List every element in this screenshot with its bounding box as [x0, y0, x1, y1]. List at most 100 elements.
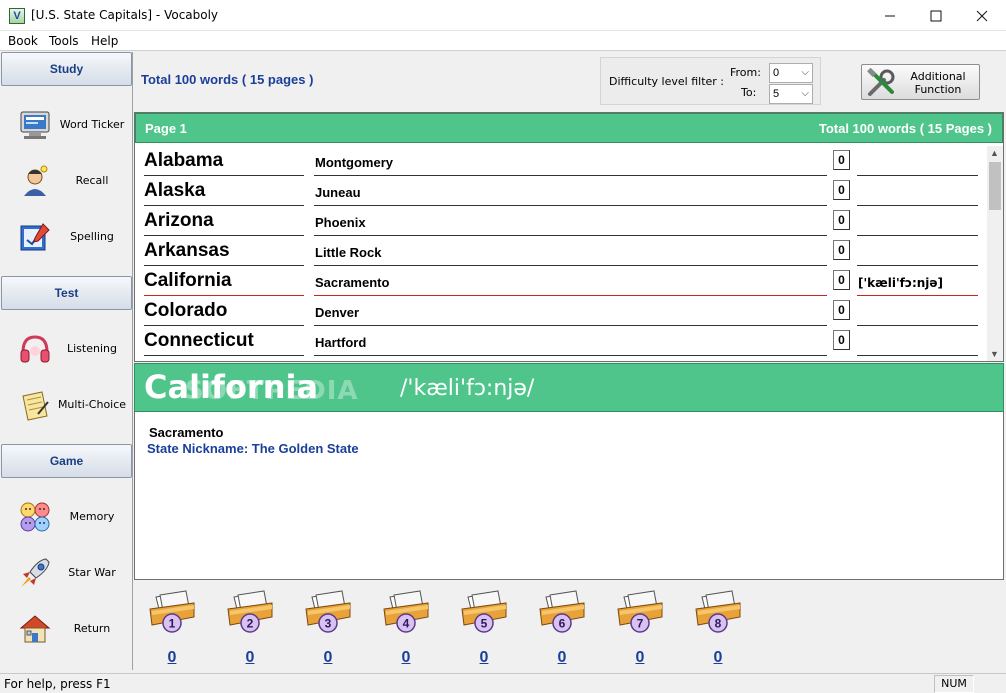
- word-phonetic[interactable]: [857, 300, 978, 326]
- sidebar: Study Word Ticker Recall Spelling Test L…: [0, 52, 133, 670]
- sidebar-item-return[interactable]: Return: [0, 604, 132, 654]
- minimize-button[interactable]: [867, 0, 913, 31]
- sidebar-item-label: Spelling: [70, 230, 114, 243]
- sidebar-item-multi-choice[interactable]: Multi-Choice: [0, 380, 132, 430]
- card-box-icon: 3: [305, 590, 351, 633]
- table-row[interactable]: Alabama Montgomery 0: [135, 146, 987, 176]
- review-box-6[interactable]: 60: [534, 589, 590, 667]
- review-box-1[interactable]: 10: [144, 589, 200, 667]
- maximize-button[interactable]: [913, 0, 959, 31]
- status-help-text: For help, press F1: [4, 677, 111, 691]
- scroll-up-icon[interactable]: ▲: [990, 148, 999, 158]
- word-level-button[interactable]: 0: [833, 180, 850, 200]
- word-level-button[interactable]: 0: [833, 240, 850, 260]
- word-level-button[interactable]: 0: [833, 210, 850, 230]
- category-test[interactable]: Test: [1, 276, 132, 310]
- word-definition[interactable]: Juneau: [314, 180, 827, 206]
- word-rows: Alabama Montgomery 0 Alaska Juneau 0 Ari…: [135, 146, 987, 356]
- box-count[interactable]: 0: [612, 649, 668, 667]
- review-box-3[interactable]: 30: [300, 589, 356, 667]
- menu-book[interactable]: Book: [8, 34, 38, 48]
- sidebar-item-label: Recall: [75, 174, 109, 187]
- word-level-button[interactable]: 0: [833, 300, 850, 320]
- box-number: 4: [403, 617, 410, 631]
- category-study[interactable]: Study: [1, 52, 132, 86]
- from-label: From:: [730, 66, 761, 79]
- word-term[interactable]: Arkansas: [144, 240, 304, 266]
- box-count[interactable]: 0: [534, 649, 590, 667]
- word-level-button[interactable]: 0: [833, 330, 850, 350]
- box-count[interactable]: 0: [690, 649, 746, 667]
- word-definition[interactable]: Montgomery: [314, 150, 827, 176]
- word-phonetic[interactable]: [857, 240, 978, 266]
- word-level-button[interactable]: 0: [833, 150, 850, 170]
- page-header: Page 1 Total 100 words ( 15 Pages ): [135, 113, 1003, 143]
- sidebar-item-recall[interactable]: Recall: [0, 156, 132, 206]
- word-term[interactable]: California: [144, 270, 304, 296]
- word-definition[interactable]: Little Rock: [314, 240, 827, 266]
- sidebar-item-word-ticker[interactable]: Word Ticker: [0, 100, 132, 150]
- headphones-icon: [20, 335, 50, 363]
- word-definition[interactable]: Denver: [314, 300, 827, 326]
- from-value: 0: [773, 67, 780, 79]
- chevron-down-icon: ⌵: [801, 67, 809, 78]
- thinking-person-icon: [24, 165, 48, 196]
- word-definition[interactable]: Sacramento: [314, 270, 827, 296]
- vocaboly-app-icon[interactable]: V: [9, 8, 25, 24]
- difficulty-to-select[interactable]: 5 ⌵: [769, 84, 813, 104]
- word-level-button[interactable]: 0: [833, 270, 850, 290]
- word-term[interactable]: Colorado: [144, 300, 304, 326]
- category-game[interactable]: Game: [1, 444, 132, 478]
- table-row-selected[interactable]: California Sacramento 0 ['kæli'fɔ:njә]: [135, 266, 987, 296]
- to-label: To:: [741, 86, 757, 99]
- additional-function-button[interactable]: Additional Function: [861, 64, 980, 100]
- difficulty-from-select[interactable]: 0 ⌵: [769, 63, 813, 83]
- box-count[interactable]: 0: [456, 649, 512, 667]
- word-term[interactable]: Arizona: [144, 210, 304, 236]
- sidebar-item-memory[interactable]: Memory: [0, 492, 132, 542]
- total-words-summary: Total 100 words ( 15 pages ): [141, 72, 314, 87]
- word-phonetic[interactable]: [857, 330, 978, 356]
- box-number: 5: [481, 617, 488, 631]
- close-button[interactable]: [959, 0, 1005, 31]
- box-number: 7: [637, 617, 644, 631]
- sidebar-item-label: Multi-Choice: [57, 398, 127, 411]
- scroll-down-icon[interactable]: ▼: [990, 349, 999, 359]
- card-box-icon: 4: [383, 590, 429, 633]
- table-row[interactable]: Connecticut Hartford 0: [135, 326, 987, 356]
- sidebar-item-spelling[interactable]: Spelling: [0, 212, 132, 262]
- scroll-thumb[interactable]: [989, 162, 1001, 210]
- word-phonetic[interactable]: ['kæli'fɔ:njә]: [857, 270, 978, 296]
- box-count[interactable]: 0: [300, 649, 356, 667]
- box-count[interactable]: 0: [144, 649, 200, 667]
- tools-icon: [867, 68, 895, 96]
- sidebar-item-listening[interactable]: Listening: [0, 324, 132, 374]
- review-box-8[interactable]: 80: [690, 589, 746, 667]
- box-count[interactable]: 0: [222, 649, 278, 667]
- review-box-4[interactable]: 40: [378, 589, 434, 667]
- table-row[interactable]: Arkansas Little Rock 0: [135, 236, 987, 266]
- table-row[interactable]: Alaska Juneau 0: [135, 176, 987, 206]
- difficulty-filter: Difficulty level filter : From: To: 0 ⌵ …: [600, 57, 821, 105]
- word-list-scrollbar[interactable]: ▲ ▼: [987, 146, 1003, 361]
- word-term[interactable]: Alabama: [144, 150, 304, 176]
- box-count[interactable]: 0: [378, 649, 434, 667]
- word-phonetic[interactable]: [857, 150, 978, 176]
- word-phonetic[interactable]: [857, 210, 978, 236]
- review-box-7[interactable]: 70: [612, 589, 668, 667]
- review-box-2[interactable]: 20: [222, 589, 278, 667]
- word-term[interactable]: Alaska: [144, 180, 304, 206]
- filter-label: Difficulty level filter :: [609, 75, 725, 88]
- word-term[interactable]: Connecticut: [144, 330, 304, 356]
- word-phonetic[interactable]: [857, 180, 978, 206]
- review-box-5[interactable]: 50: [456, 589, 512, 667]
- word-definition[interactable]: Hartford: [314, 330, 827, 356]
- box-number: 6: [559, 617, 566, 631]
- menu-tools[interactable]: Tools: [49, 34, 79, 48]
- word-definition[interactable]: Phoenix: [314, 210, 827, 236]
- sidebar-item-star-war[interactable]: Star War: [0, 548, 132, 598]
- table-row[interactable]: Colorado Denver 0: [135, 296, 987, 326]
- table-row[interactable]: Arizona Phoenix 0: [135, 206, 987, 236]
- box-number: 8: [715, 617, 722, 631]
- menu-help[interactable]: Help: [91, 34, 118, 48]
